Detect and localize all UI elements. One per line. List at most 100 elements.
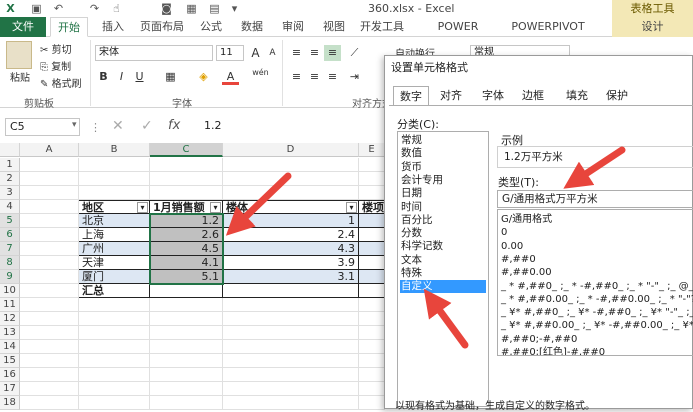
building-cell[interactable]: 1 xyxy=(223,214,359,228)
cell[interactable] xyxy=(223,186,359,200)
table-header-cell[interactable]: 地区 ▾ xyxy=(79,200,150,214)
format-code-item[interactable]: 0.00 xyxy=(501,240,523,253)
building-cell[interactable]: 4.3 xyxy=(223,242,359,256)
row-header[interactable]: 18 xyxy=(0,396,20,410)
align-middle-icon[interactable]: ≡ xyxy=(306,45,323,61)
tab-formulas[interactable]: 公式 xyxy=(195,17,227,37)
region-cell[interactable]: 北京 xyxy=(79,214,150,228)
copy-button[interactable]: ⎘ 复制 xyxy=(40,58,71,73)
cell[interactable] xyxy=(20,256,79,270)
cell[interactable] xyxy=(359,396,385,410)
name-box[interactable]: C5 xyxy=(5,118,80,136)
cell[interactable] xyxy=(150,284,223,298)
cell[interactable] xyxy=(20,172,79,186)
cell[interactable] xyxy=(79,326,150,340)
region-cell[interactable]: 天津 xyxy=(79,256,150,270)
camera-icon[interactable]: ◙ xyxy=(160,2,173,15)
sales-cell[interactable]: 4.5 xyxy=(150,242,223,256)
spreadsheet-grid[interactable]: A B C D E 1 2 3 4 地区 ▾ 1月销售额 ▾ 楼体 ▾ 楼项 5 北京 1.2 1 6 上海 2.… xyxy=(0,143,385,410)
cell[interactable] xyxy=(223,158,359,172)
row-header[interactable]: 2 xyxy=(0,172,20,186)
region-cell[interactable]: 广州 xyxy=(79,242,150,256)
sales-cell[interactable]: 5.1 xyxy=(150,270,223,284)
row-header[interactable]: 8 xyxy=(0,256,20,270)
row-header[interactable]: 17 xyxy=(0,382,20,396)
filter-dropdown-icon[interactable]: ▾ xyxy=(210,202,221,213)
cell[interactable] xyxy=(359,312,385,326)
item-cell[interactable] xyxy=(359,256,385,270)
cell[interactable] xyxy=(150,340,223,354)
table-header-cell[interactable]: 楼项 xyxy=(359,200,385,214)
row-header[interactable]: 1 xyxy=(0,158,20,172)
dialog-tab-number[interactable]: 数字 xyxy=(393,86,429,106)
cell[interactable] xyxy=(79,186,150,200)
format-code-item[interactable]: #,##0 xyxy=(501,253,536,266)
cell[interactable] xyxy=(359,298,385,312)
cell[interactable] xyxy=(150,186,223,200)
category-item[interactable]: 常规 xyxy=(400,134,486,147)
cell[interactable] xyxy=(20,312,79,326)
cell[interactable] xyxy=(150,382,223,396)
cell[interactable] xyxy=(20,242,79,256)
row-header[interactable]: 5 xyxy=(0,214,20,228)
cell[interactable] xyxy=(20,340,79,354)
cell[interactable] xyxy=(150,312,223,326)
row-header[interactable]: 10 xyxy=(0,284,20,298)
cell[interactable] xyxy=(20,368,79,382)
cell[interactable] xyxy=(79,172,150,186)
format-painter-button[interactable]: ✎ 格式刷 xyxy=(40,75,82,90)
format-code-item[interactable]: #,##0;-#,##0 xyxy=(501,333,577,346)
cell[interactable] xyxy=(20,382,79,396)
phonetic-button[interactable]: wén xyxy=(252,65,269,81)
sales-cell[interactable]: 4.1 xyxy=(150,256,223,270)
font-size-select[interactable]: 11 xyxy=(216,45,244,61)
name-box-dropdown-icon[interactable]: ▾ xyxy=(72,120,77,130)
cell[interactable] xyxy=(79,298,150,312)
indent-icon[interactable]: ⇥ xyxy=(346,69,363,85)
column-header-b[interactable]: B xyxy=(79,143,150,157)
row-header[interactable]: 9 xyxy=(0,270,20,284)
cell[interactable] xyxy=(150,326,223,340)
format-code-item[interactable]: _ * #,##0_ ;_ * -#,##0_ ;_ * "-"_ ;_ @_ xyxy=(501,280,693,293)
tab-design[interactable]: 设计 xyxy=(612,17,693,37)
tab-page-layout[interactable]: 页面布局 xyxy=(136,17,188,37)
cell[interactable] xyxy=(150,172,223,186)
print-preview-icon[interactable]: ▤ xyxy=(208,2,221,15)
insert-function-icon[interactable]: fx xyxy=(168,118,180,133)
cell[interactable] xyxy=(359,326,385,340)
align-center-icon[interactable]: ≡ xyxy=(306,69,323,85)
type-input[interactable]: G/通用格式万平方米 xyxy=(497,190,693,208)
category-item[interactable]: 时间 xyxy=(400,201,486,214)
column-header-a[interactable]: A xyxy=(20,143,79,157)
tab-insert[interactable]: 插入 xyxy=(96,17,130,37)
dialog-tab-font[interactable]: 字体 xyxy=(475,86,511,106)
cell[interactable] xyxy=(359,382,385,396)
format-code-item[interactable]: _ * #,##0.00_ ;_ * -#,##0.00_ ;_ * "-"??… xyxy=(501,293,693,306)
cell[interactable] xyxy=(79,158,150,172)
item-cell[interactable] xyxy=(359,242,385,256)
format-code-item[interactable]: _ ¥* #,##0_ ;_ ¥* -#,##0_ ;_ ¥* "-"_ ;_ … xyxy=(501,306,693,319)
category-item[interactable]: 特殊 xyxy=(400,267,486,280)
font-name-select[interactable]: 宋体 xyxy=(95,45,213,61)
format-code-item[interactable]: #,##0;[红色]-#,##0 xyxy=(501,346,605,355)
cell[interactable] xyxy=(20,200,79,214)
cell[interactable] xyxy=(223,382,359,396)
building-cell[interactable]: 3.9 xyxy=(223,256,359,270)
grow-font-button[interactable]: A xyxy=(247,45,264,61)
paste-icon[interactable] xyxy=(6,41,32,69)
cell[interactable] xyxy=(79,368,150,382)
row-header[interactable]: 16 xyxy=(0,368,20,382)
tab-power-query[interactable]: POWER QUERY xyxy=(418,17,498,53)
dialog-tab-border[interactable]: 边框 xyxy=(515,86,551,106)
cell[interactable] xyxy=(20,326,79,340)
cell[interactable] xyxy=(223,284,359,298)
confirm-icon[interactable]: ✓ xyxy=(141,118,153,134)
filter-dropdown-icon[interactable]: ▾ xyxy=(137,202,148,213)
redo-icon[interactable]: ↷ xyxy=(88,2,101,15)
category-list[interactable]: 常规 数值 货币 会计专用 日期 时间 百分比 分数 科学记数 文本 特殊 自定义 xyxy=(397,131,489,407)
touch-mode-icon[interactable]: ☝ xyxy=(110,2,123,15)
cell[interactable] xyxy=(150,158,223,172)
cell[interactable] xyxy=(150,368,223,382)
cell[interactable] xyxy=(20,354,79,368)
item-cell[interactable] xyxy=(359,270,385,284)
